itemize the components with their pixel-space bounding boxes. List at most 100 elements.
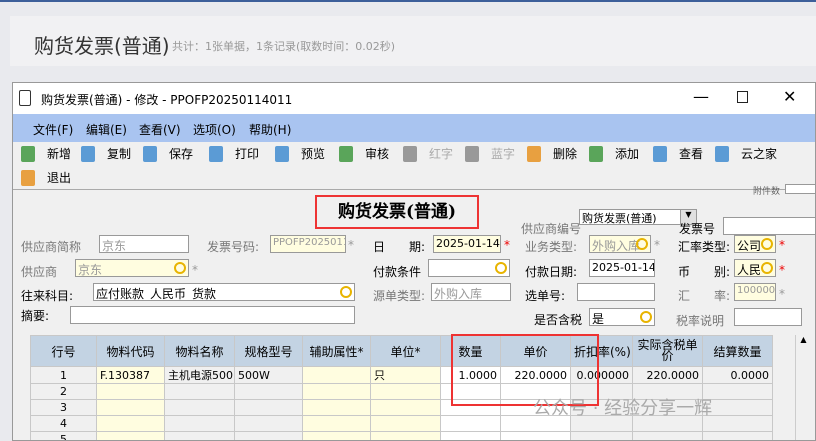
tax-note-input[interactable] xyxy=(734,308,802,326)
table-cell[interactable]: F.130387 xyxy=(96,366,165,384)
select-no-input[interactable] xyxy=(577,283,655,301)
table-cell[interactable] xyxy=(702,383,773,400)
toolbar-view-button[interactable]: 查看 xyxy=(653,145,703,162)
src-type-input[interactable]: 外购入库 xyxy=(431,283,511,301)
minimize-button[interactable]: — xyxy=(693,87,709,106)
invoice-code-input[interactable]: PPOFP20250114 xyxy=(270,235,346,253)
table-cell[interactable]: 5 xyxy=(30,431,97,440)
rate-input[interactable]: 1000000 xyxy=(734,283,776,301)
table-cell[interactable]: 220.0000 xyxy=(632,366,703,384)
menu-file[interactable]: 文件(F) xyxy=(33,121,73,138)
attach-input[interactable] xyxy=(785,184,815,194)
table-cell[interactable] xyxy=(632,431,703,440)
table-cell[interactable]: 只 xyxy=(370,366,441,384)
toolbar-save-button[interactable]: 保存 xyxy=(143,145,193,162)
table-cell[interactable] xyxy=(702,399,773,416)
table-cell[interactable]: 1 xyxy=(30,366,97,384)
table-cell[interactable] xyxy=(234,383,303,400)
toolbar-add-doc-button[interactable]: 新增 xyxy=(21,145,71,162)
memo-input[interactable] xyxy=(70,306,355,324)
table-row[interactable]: 1 F.130387 主机电源500 500W 只 1.0000 220.0000 0.000… xyxy=(30,366,773,384)
account-input[interactable]: 应付账款_人民币_货款 xyxy=(93,283,355,301)
table-cell[interactable] xyxy=(164,431,235,440)
table-cell[interactable] xyxy=(500,431,571,440)
scroll-up-arrow[interactable]: ▲ xyxy=(796,335,811,344)
table-cell[interactable] xyxy=(96,431,165,440)
menu-edit[interactable]: 编辑(E) xyxy=(86,121,127,138)
table-cell[interactable] xyxy=(234,399,303,416)
menu-view[interactable]: 查看(V) xyxy=(139,121,181,138)
table-cell[interactable] xyxy=(370,399,441,416)
search-icon[interactable] xyxy=(495,262,507,274)
menu-options[interactable]: 选项(O) xyxy=(193,121,236,138)
column-header[interactable]: 实际含税单价 xyxy=(632,335,703,367)
toolbar-print-button[interactable]: 打印 xyxy=(209,145,259,162)
table-cell[interactable] xyxy=(302,399,371,416)
table-cell[interactable] xyxy=(370,431,441,440)
toolbar-add-button[interactable]: 添加 xyxy=(589,145,639,162)
supplier-short-input[interactable]: 京东 xyxy=(99,235,189,253)
table-cell[interactable] xyxy=(164,415,235,432)
toolbar-cloud-button[interactable]: 云之家 xyxy=(715,145,777,162)
table-cell[interactable] xyxy=(702,431,773,440)
column-header[interactable]: 结算数量 xyxy=(702,335,773,367)
table-cell[interactable] xyxy=(96,415,165,432)
table-cell[interactable] xyxy=(164,399,235,416)
pay-date-input[interactable]: 2025-01-14 xyxy=(589,259,655,277)
toolbar-audit-button[interactable]: 审核 xyxy=(339,145,389,162)
column-header[interactable]: 规格型号 xyxy=(234,335,303,367)
table-cell[interactable] xyxy=(570,431,633,440)
table-cell[interactable] xyxy=(164,383,235,400)
supplier-input[interactable]: 京东 xyxy=(75,259,189,277)
currency-input[interactable]: 人民 xyxy=(734,259,776,277)
table-cell[interactable]: 4 xyxy=(30,415,97,432)
table-cell[interactable] xyxy=(370,383,441,400)
toolbar-copy-button[interactable]: 复制 xyxy=(81,145,131,162)
table-cell[interactable] xyxy=(302,366,371,384)
menu-help[interactable]: 帮助(H) xyxy=(249,121,291,138)
window-title: 购货发票(普通) - 修改 - PPOFP20250114011 xyxy=(41,93,293,107)
column-header[interactable]: 物料代码 xyxy=(96,335,165,367)
table-cell[interactable] xyxy=(234,415,303,432)
tax-incl-input[interactable]: 是 xyxy=(589,308,655,326)
close-button[interactable]: ✕ xyxy=(783,87,796,106)
table-cell[interactable] xyxy=(440,431,501,440)
biz-type-input[interactable]: 外购入库 xyxy=(589,235,651,253)
table-cell[interactable] xyxy=(370,415,441,432)
table-cell[interactable]: 500W xyxy=(234,366,303,384)
toolbar-preview-button[interactable]: 预览 xyxy=(275,145,325,162)
table-cell[interactable] xyxy=(96,383,165,400)
search-icon[interactable] xyxy=(761,262,773,274)
search-icon[interactable] xyxy=(640,311,652,323)
vertical-scrollbar[interactable]: ▲ xyxy=(795,335,811,440)
search-icon[interactable] xyxy=(174,262,186,274)
column-header[interactable]: 行号 xyxy=(30,335,97,367)
search-icon[interactable] xyxy=(761,238,773,250)
toolbar-exit-button[interactable]: 退出 xyxy=(21,169,71,186)
table-cell[interactable] xyxy=(440,415,501,432)
search-icon[interactable] xyxy=(340,286,352,298)
invoice-no-input[interactable] xyxy=(723,217,815,235)
toolbar-delete-button[interactable]: 删除 xyxy=(527,145,577,162)
column-header[interactable]: 单位* xyxy=(370,335,441,367)
table-cell[interactable]: 0.0000 xyxy=(702,366,773,384)
table-cell[interactable] xyxy=(302,431,371,440)
toolbar-red-letter-button[interactable]: 红字 xyxy=(403,145,453,162)
pay-cond-input[interactable] xyxy=(428,259,510,277)
table-cell[interactable]: 3 xyxy=(30,399,97,416)
table-cell[interactable] xyxy=(702,415,773,432)
table-cell[interactable]: 2 xyxy=(30,383,97,400)
rate-type-input[interactable]: 公司 xyxy=(734,235,776,253)
column-header[interactable]: 辅助属性* xyxy=(302,335,371,367)
maximize-button[interactable] xyxy=(737,91,748,103)
table-cell[interactable]: 主机电源500 xyxy=(164,366,235,384)
column-header[interactable]: 物料名称 xyxy=(164,335,235,367)
table-cell[interactable] xyxy=(234,431,303,440)
date-input[interactable]: 2025-01-14 xyxy=(433,235,501,253)
table-cell[interactable] xyxy=(96,399,165,416)
table-cell[interactable] xyxy=(302,383,371,400)
table-row[interactable]: 5 xyxy=(30,431,773,440)
toolbar-blue-letter-button[interactable]: 蓝字 xyxy=(465,145,515,162)
search-icon[interactable] xyxy=(636,238,648,250)
table-cell[interactable] xyxy=(302,415,371,432)
